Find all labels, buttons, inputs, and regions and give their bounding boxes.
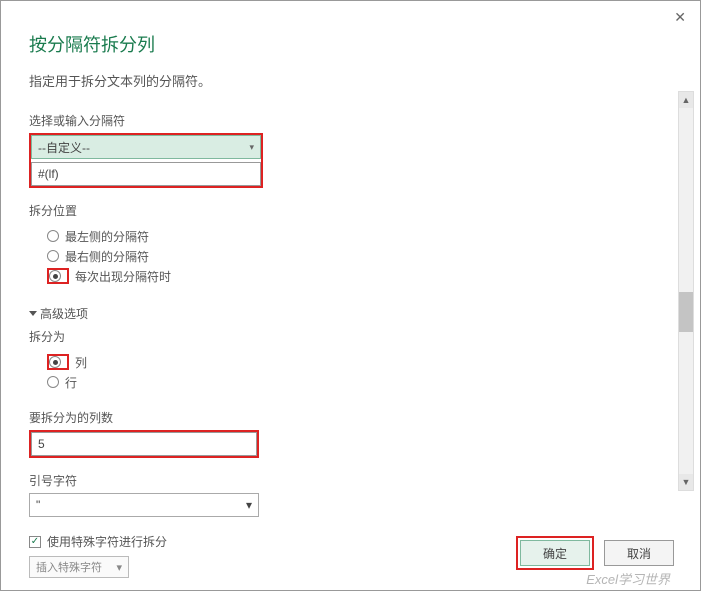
delimiter-select[interactable]: --自定义-- ▾ (31, 135, 261, 159)
radio-rightmost[interactable]: 最右侧的分隔符 (47, 246, 672, 266)
quote-section: 引号字符 " ▾ (29, 472, 672, 517)
ok-button[interactable]: 确定 (520, 540, 590, 566)
col-count-value: 5 (38, 437, 45, 451)
delimiter-section: 选择或输入分隔符 --自定义-- ▾ #(lf) (29, 112, 672, 188)
radio-rightmost-label: 最右侧的分隔符 (65, 248, 149, 265)
radio-icon (47, 230, 59, 242)
scrollbar[interactable]: ▲ ▼ (678, 91, 694, 491)
radio-icon (49, 356, 61, 368)
radio-rows[interactable]: 行 (47, 372, 672, 392)
chevron-down-icon: ▾ (246, 498, 252, 512)
dialog-title: 按分隔符拆分列 (29, 31, 672, 57)
cancel-button[interactable]: 取消 (604, 540, 674, 566)
radio-icon (47, 376, 59, 388)
radio-each[interactable]: 每次出现分隔符时 (47, 266, 672, 286)
radio-leftmost-label: 最左侧的分隔符 (65, 228, 149, 245)
dialog-body: 按分隔符拆分列 指定用于拆分文本列的分隔符。 选择或输入分隔符 --自定义-- … (1, 1, 700, 588)
radio-icon (49, 270, 61, 282)
delimiter-input[interactable]: #(lf) (31, 162, 261, 186)
delimiter-select-value: --自定义-- (38, 139, 90, 156)
quote-select[interactable]: " ▾ (29, 493, 259, 517)
dialog-footer: 确定 取消 (516, 536, 674, 570)
split-to-label: 拆分为 (29, 328, 672, 345)
radio-columns-label: 列 (75, 354, 87, 371)
checkbox-icon: ✓ (29, 536, 41, 548)
close-icon[interactable]: ✕ (674, 9, 686, 26)
col-count-input[interactable]: 5 (31, 432, 257, 456)
delimiter-input-value: #(lf) (38, 167, 59, 181)
delimiter-label: 选择或输入分隔符 (29, 112, 672, 129)
chevron-down-icon: ▾ (249, 142, 254, 153)
insert-special-label: 插入特殊字符 (36, 559, 102, 575)
advanced-options-toggle[interactable]: 高级选项 (29, 305, 672, 322)
advanced-options-label: 高级选项 (40, 305, 88, 322)
radio-each-label: 每次出现分隔符时 (75, 268, 171, 285)
scroll-up-icon[interactable]: ▲ (679, 92, 693, 108)
radio-rows-label: 行 (65, 374, 77, 391)
split-position-label: 拆分位置 (29, 202, 672, 219)
special-char-label: 使用特殊字符进行拆分 (47, 533, 167, 550)
triangle-down-icon (29, 311, 37, 316)
dialog-subtitle: 指定用于拆分文本列的分隔符。 (29, 71, 672, 90)
scroll-down-icon[interactable]: ▼ (679, 474, 693, 490)
scroll-thumb[interactable] (679, 292, 693, 332)
col-count-label: 要拆分为的列数 (29, 409, 672, 426)
radio-columns[interactable]: 列 (47, 352, 672, 372)
radio-icon (47, 250, 59, 262)
chevron-down-icon: ▾ (116, 561, 122, 574)
radio-leftmost[interactable]: 最左侧的分隔符 (47, 226, 672, 246)
quote-value: " (36, 498, 40, 512)
insert-special-select[interactable]: 插入特殊字符 ▾ (29, 556, 129, 578)
split-to-section: 拆分为 列 行 (29, 328, 672, 395)
col-count-section: 要拆分为的列数 5 (29, 409, 672, 458)
split-position-section: 拆分位置 最左侧的分隔符 最右侧的分隔符 每次出现分隔符时 (29, 202, 672, 289)
watermark: Excel学习世界 (586, 569, 670, 588)
quote-label: 引号字符 (29, 472, 672, 489)
